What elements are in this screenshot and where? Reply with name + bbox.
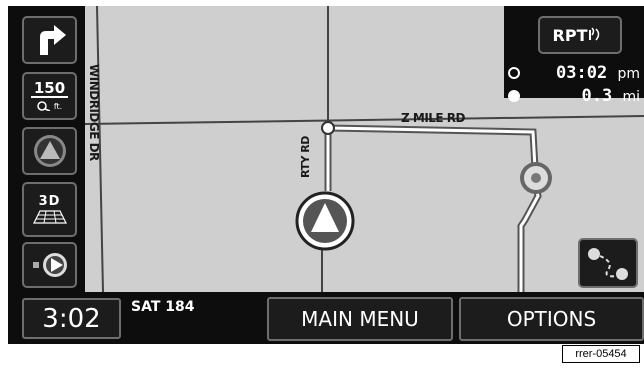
eta-unit: pm (617, 66, 640, 82)
eta-time: 03:02 (556, 63, 608, 83)
distance-icon (508, 90, 520, 102)
vehicle-position-icon (295, 191, 355, 251)
map-orientation-button[interactable] (22, 127, 77, 175)
navigation-screen: WINDRIDGE DR Z MILE RD RTY RD 150 ft. 3D (0, 0, 644, 369)
main-menu-button[interactable]: MAIN MENU (267, 297, 453, 341)
options-button[interactable]: OPTIONS (459, 297, 644, 341)
repeat-label: RPT (552, 25, 588, 45)
distance-value: 0.3 (581, 86, 613, 106)
scale-value: 150 (30, 81, 69, 98)
view-mode-label: 3D (38, 194, 61, 209)
reroute-button[interactable] (578, 238, 638, 288)
street-label: Z MILE RD (401, 111, 466, 125)
route-guidance-button[interactable] (22, 242, 77, 288)
zoom-scale-icon (37, 100, 51, 111)
speaker-icon (589, 27, 600, 41)
3d-view-button[interactable]: 3D (22, 182, 77, 237)
destination-pin-icon[interactable] (520, 162, 552, 194)
zoom-scale-button[interactable]: 150 ft. (22, 72, 77, 120)
street-label: RTY RD (299, 136, 312, 178)
street-label: WINDRIDGE DR (87, 64, 101, 161)
turn-direction-button[interactable] (22, 16, 77, 64)
clock-display: 3:02 (22, 298, 121, 339)
reroute-icon (588, 248, 628, 280)
distance-row: 0.3 mi (508, 86, 642, 106)
3d-view-icon (32, 210, 67, 224)
route-guidance-icon (32, 253, 67, 277)
turn-right-arrow-icon (39, 25, 66, 55)
satellite-status: SAT 184 (131, 299, 195, 315)
distance-unit: mi (622, 89, 640, 105)
eta-row: 03:02 pm (508, 63, 642, 83)
scale-unit: ft. (53, 102, 63, 111)
north-up-compass-icon (33, 135, 66, 167)
repeat-guidance-button[interactable]: RPT (538, 16, 622, 54)
reference-code: rrer-05454 (562, 345, 640, 363)
clock-icon (508, 67, 520, 79)
